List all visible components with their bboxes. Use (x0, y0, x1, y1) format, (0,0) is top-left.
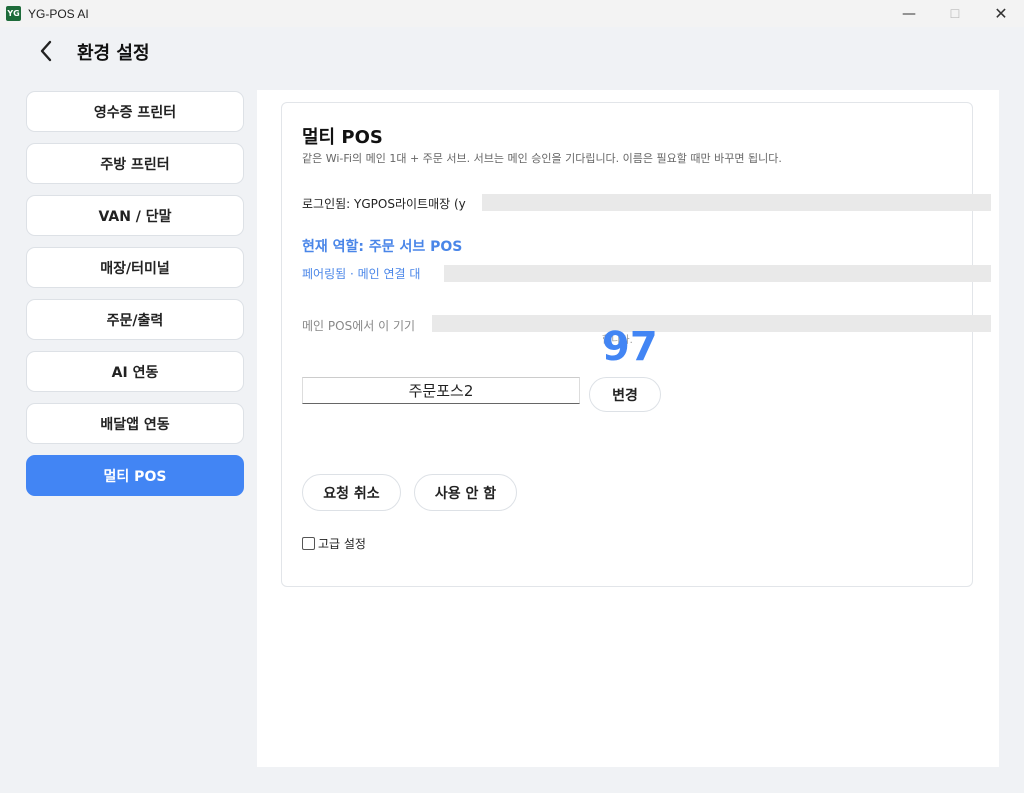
redaction-bar (482, 194, 991, 211)
app-logo-icon: YG (6, 6, 21, 21)
sidebar-item-van-terminal[interactable]: VAN / 단말 (26, 195, 244, 236)
settings-page: 환경 설정 영수증 프린터 주방 프린터 VAN / 단말 매장/터미널 주문/… (0, 27, 1024, 793)
sidebar-item-kitchen-printer[interactable]: 주방 프린터 (26, 143, 244, 184)
card-title: 멀티 POS (302, 127, 383, 148)
redaction-bar (432, 315, 991, 332)
close-button[interactable]: ✕ (978, 0, 1024, 27)
chevron-left-icon (40, 40, 52, 62)
cancel-request-button[interactable]: 요청 취소 (302, 474, 401, 511)
app-title: YG-POS AI (28, 6, 89, 21)
maximize-button[interactable]: ☐ (932, 0, 978, 27)
redaction-bar (444, 265, 991, 282)
advanced-settings-label: 고급 설정 (318, 537, 366, 551)
advanced-settings-checkbox[interactable] (302, 537, 315, 550)
disable-button[interactable]: 사용 안 함 (414, 474, 517, 511)
main-pos-instruction: 메인 POS에서 이 기기 (302, 319, 416, 333)
minimize-button[interactable]: — (886, 0, 932, 27)
content-panel: 멀티 POS 같은 Wi-Fi의 메인 1대 + 주문 서브. 서브는 메인 승… (257, 90, 999, 767)
page-title: 환경 설정 (77, 43, 150, 64)
device-name-input[interactable] (302, 377, 580, 404)
multi-pos-card: 멀티 POS 같은 Wi-Fi의 메인 1대 + 주문 서브. 서브는 메인 승… (281, 102, 991, 587)
sidebar-item-delivery-app[interactable]: 배달앱 연동 (26, 403, 244, 444)
pairing-code: 97 (602, 324, 658, 370)
back-button[interactable] (34, 39, 58, 63)
login-status: 로그인됨: YGPOS라이트매장 (y (302, 197, 466, 211)
sidebar-item-ai[interactable]: AI 연동 (26, 351, 244, 392)
sidebar-item-multi-pos[interactable]: 멀티 POS (26, 455, 244, 496)
sidebar-item-order-print[interactable]: 주문/출력 (26, 299, 244, 340)
current-role: 현재 역할: 주문 서브 POS (302, 239, 463, 255)
sidebar-item-store-terminal[interactable]: 매장/터미널 (26, 247, 244, 288)
card-subtitle: 같은 Wi-Fi의 메인 1대 + 주문 서브. 서브는 메인 승인을 기다립니… (302, 152, 782, 165)
advanced-settings-toggle[interactable]: 고급 설정 (302, 535, 366, 552)
change-name-button[interactable]: 변경 (589, 377, 661, 412)
sidebar-item-receipt-printer[interactable]: 영수증 프린터 (26, 91, 244, 132)
pairing-status: 페어링됨 · 메인 연결 대 (302, 267, 421, 281)
title-bar: YG YG-POS AI — ☐ ✕ (0, 0, 1024, 27)
